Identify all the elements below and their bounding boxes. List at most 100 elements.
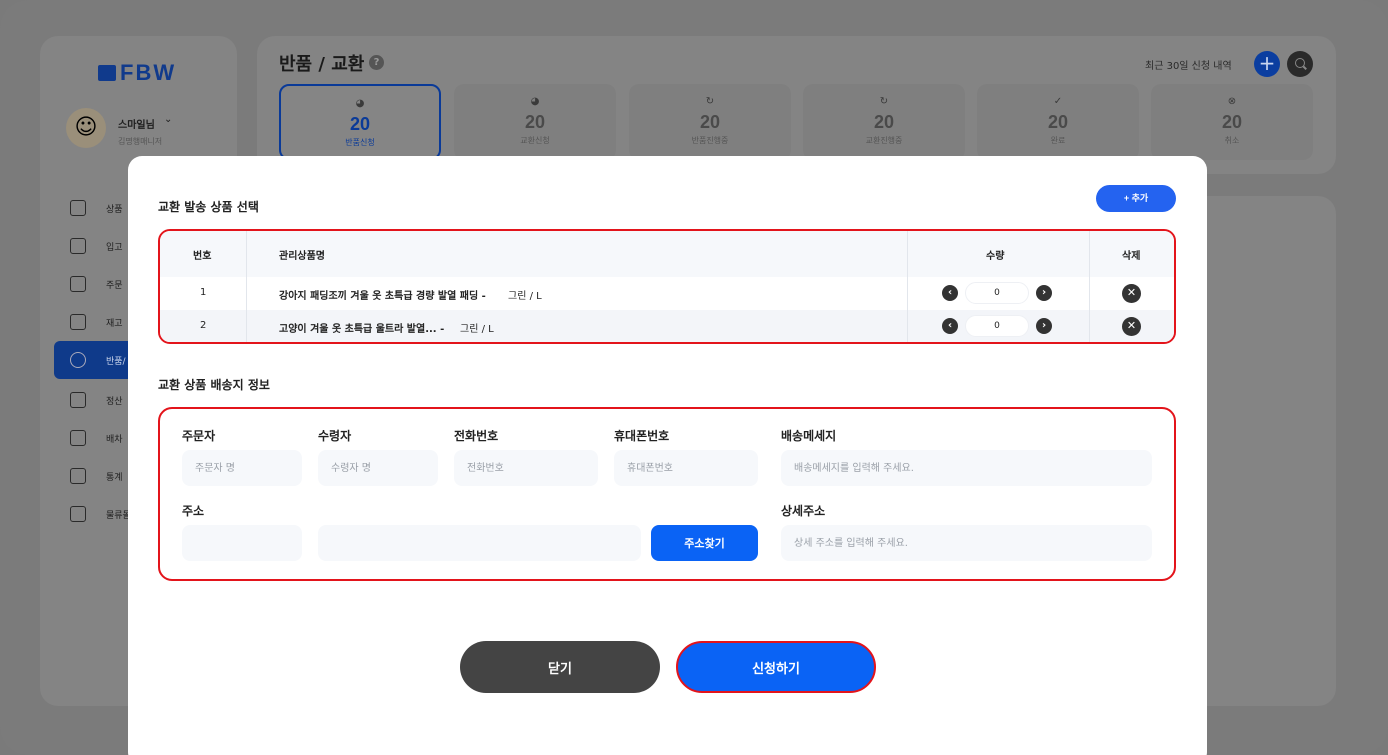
stat-value: 20: [699, 112, 721, 132]
cancel-icon: ⊗: [1227, 96, 1237, 107]
card-icon: [70, 392, 86, 408]
orderer-input[interactable]: [182, 450, 302, 486]
column-divider: [1089, 231, 1090, 342]
delete-row-button[interactable]: ✕: [1122, 317, 1141, 336]
increment-button[interactable]: ›: [1036, 285, 1052, 301]
decrement-button[interactable]: ‹: [942, 285, 958, 301]
header-name: 관리상품명: [279, 251, 325, 262]
row-option: 그린 / L: [460, 324, 494, 335]
detail-address-input[interactable]: [781, 525, 1152, 561]
stat-label: 완료: [1050, 136, 1066, 145]
refresh-icon: ↻: [879, 96, 889, 107]
stat-value: 20: [1221, 112, 1243, 132]
address-label: 주소: [182, 504, 205, 518]
stat-card-return-request[interactable]: ◕ 20 반품신청: [279, 84, 441, 160]
stat-value: 20: [873, 112, 895, 132]
delete-row-button[interactable]: ✕: [1122, 284, 1141, 303]
stat-card-complete[interactable]: ✓ 20 완료: [977, 84, 1139, 160]
return-request-icon: ◕: [355, 98, 365, 109]
table-header: 번호 관리상품명 수량 삭제: [160, 231, 1174, 277]
close-button[interactable]: 닫기: [460, 641, 660, 693]
quantity-input[interactable]: 0: [965, 315, 1029, 337]
profile-role: 김명행매니저: [118, 137, 163, 146]
header-delete: 삭제: [1122, 251, 1141, 262]
submit-button[interactable]: 신청하기: [676, 641, 876, 693]
sidebar-item-label: 재고: [106, 318, 123, 329]
stat-label: 교환신청: [520, 136, 550, 145]
profile-name[interactable]: 스마일님: [118, 116, 155, 131]
row-product-name: 강아지 패딩조끼 겨울 옷 초특급 경량 발열 패딩 -: [279, 291, 486, 302]
avatar[interactable]: ☺: [66, 108, 106, 148]
grid-icon: [70, 314, 86, 330]
stat-card-exchange-request[interactable]: ◕ 20 교환신청: [454, 84, 616, 160]
phone-input[interactable]: [454, 450, 598, 486]
main-header-panel: 반품 / 교환 ? 최근 30일 신청 내역 + ◕ 20 반품신청 ◕ 20 …: [257, 36, 1336, 174]
exchange-request-icon: ◕: [530, 96, 540, 107]
column-divider: [907, 231, 908, 342]
stat-value: 20: [524, 112, 546, 132]
car-icon: [70, 430, 86, 446]
sidebar-item-label: 정산: [106, 396, 123, 407]
stat-card-exchange-progress[interactable]: ↻ 20 교환진행중: [803, 84, 965, 160]
sidebar-item-label: 입고: [106, 242, 123, 253]
search-icon[interactable]: [1287, 51, 1313, 77]
warehouse-icon: [70, 238, 86, 254]
receiver-label: 수령자: [318, 429, 352, 443]
increment-button[interactable]: ›: [1036, 318, 1052, 334]
logo-text: FBW: [120, 60, 177, 85]
stat-card-cancel[interactable]: ⊗ 20 취소: [1151, 84, 1313, 160]
receiver-input[interactable]: [318, 450, 438, 486]
row-no: 2: [200, 320, 207, 331]
chevron-down-icon[interactable]: ⌄: [164, 114, 172, 125]
zipcode-input[interactable]: [182, 525, 302, 561]
logo-icon: [98, 65, 116, 81]
mobile-label: 휴대폰번호: [614, 429, 670, 443]
check-icon: ✓: [1053, 96, 1063, 107]
row-option: 그린 / L: [508, 291, 542, 302]
sidebar-item-label: 주문: [106, 280, 123, 291]
row-product-name: 고양이 겨울 옷 초특급 울트라 발열... -: [279, 324, 445, 335]
sidebar-item-label: 배차: [106, 434, 123, 445]
table-row: 2 고양이 겨울 옷 초특급 울트라 발열... - 그린 / L ‹ 0 › …: [160, 310, 1174, 342]
stat-value: 20: [1047, 112, 1069, 132]
stat-label: 반품진행중: [691, 136, 729, 145]
sidebar-item-label: 통계: [106, 472, 123, 483]
table-row: 1 강아지 패딩조끼 겨울 옷 초특급 경량 발열 패딩 - 그린 / L ‹ …: [160, 277, 1174, 310]
message-label: 배송메세지: [781, 429, 837, 443]
decrement-button[interactable]: ‹: [942, 318, 958, 334]
shipping-form: 주문자 수령자 전화번호 휴대폰번호 배송메세지 주소 주소찾기 상세주소: [158, 407, 1176, 581]
add-button[interactable]: +: [1254, 51, 1280, 77]
mobile-input[interactable]: [614, 450, 758, 486]
section-title-product-select: 교환 발송 상품 선택: [158, 200, 259, 214]
chart-icon: [70, 468, 86, 484]
product-table: 번호 관리상품명 수량 삭제 1 강아지 패딩조끼 겨울 옷 초특급 경량 발열…: [158, 229, 1176, 344]
sidebar-item-label: 상품: [106, 204, 123, 215]
find-address-button[interactable]: 주소찾기: [651, 525, 758, 561]
help-icon[interactable]: ?: [369, 55, 384, 70]
sidebar-item-label: 반품/: [106, 356, 126, 367]
header-no: 번호: [193, 251, 212, 262]
box-icon: [70, 200, 86, 216]
detail-address-label: 상세주소: [781, 504, 826, 518]
message-input[interactable]: [781, 450, 1152, 486]
row-no: 1: [200, 287, 207, 298]
address-input[interactable]: [318, 525, 641, 561]
orderer-label: 주문자: [182, 429, 216, 443]
exchange-modal: 교환 발송 상품 선택 + 추가 번호 관리상품명 수량 삭제 1 강아지 패딩…: [128, 156, 1207, 755]
stat-label: 취소: [1224, 136, 1240, 145]
add-item-button[interactable]: + 추가: [1096, 185, 1176, 212]
stat-card-return-progress[interactable]: ↻ 20 반품진행중: [629, 84, 791, 160]
stat-value: 20: [349, 114, 371, 134]
phone-label: 전화번호: [454, 429, 499, 443]
stat-label: 반품신청: [345, 138, 375, 147]
document-icon: [70, 276, 86, 292]
return-icon: [70, 352, 86, 368]
recent-history-link[interactable]: 최근 30일 신청 내역: [1145, 57, 1232, 72]
chat-icon: [70, 506, 86, 522]
page-title: 반품 / 교환: [279, 54, 365, 75]
logo[interactable]: FBW: [98, 60, 176, 86]
quantity-input[interactable]: 0: [965, 282, 1029, 304]
refresh-icon: ↻: [705, 96, 715, 107]
column-divider: [246, 231, 247, 342]
stat-label: 교환진행중: [865, 136, 903, 145]
